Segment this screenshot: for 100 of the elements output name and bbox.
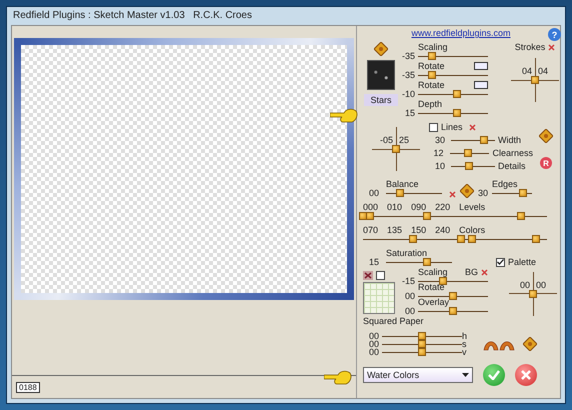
- slider-value: 00: [404, 291, 415, 301]
- toggle-button[interactable]: [474, 81, 488, 89]
- slider-value: 00: [368, 339, 379, 349]
- slider-thumb[interactable]: [519, 189, 528, 197]
- slider-label: Depth: [418, 99, 442, 109]
- slider-label: Colors: [459, 225, 486, 235]
- paper-thumbnail[interactable]: [363, 282, 395, 314]
- slider-value: 15: [368, 257, 379, 267]
- crosshair-thumb[interactable]: [392, 145, 400, 153]
- close-icon: [521, 370, 531, 380]
- slider-thumb[interactable]: [366, 212, 374, 220]
- checkmark-icon: [497, 259, 504, 265]
- website-link[interactable]: www.redfieldplugins.com: [411, 28, 511, 38]
- close-icon[interactable]: [481, 268, 488, 276]
- close-icon[interactable]: [449, 191, 456, 198]
- pointing-hand-icon: [324, 369, 352, 385]
- section-label: Strokes: [514, 42, 546, 52]
- slider-thumb[interactable]: [456, 235, 465, 243]
- slider-label: Details: [498, 161, 526, 171]
- pointing-hand-icon: [330, 107, 358, 123]
- slider-thumb[interactable]: [408, 235, 417, 243]
- slider-thumb[interactable]: [452, 90, 460, 98]
- diamond-icon[interactable]: [460, 184, 474, 198]
- slider-label: Scaling: [418, 42, 448, 52]
- slider-thumb[interactable]: [517, 212, 526, 220]
- thumbnail-label: Stars: [364, 94, 398, 106]
- section-label: BG: [464, 267, 478, 277]
- close-icon[interactable]: [468, 124, 476, 130]
- crosshair-value: 00: [520, 280, 530, 290]
- crosshair-value: 25: [399, 135, 410, 145]
- slider-thumb[interactable]: [428, 71, 436, 79]
- slider-value: 00: [368, 347, 379, 357]
- ok-button[interactable]: [483, 364, 505, 386]
- slider-thumb[interactable]: [428, 52, 436, 60]
- slider-value: 135: [387, 225, 402, 235]
- slider-thumb[interactable]: [468, 235, 476, 243]
- crosshair-value: -05: [380, 135, 393, 145]
- slider-value: 00: [368, 188, 379, 198]
- stroke-thumbnail[interactable]: [367, 60, 395, 90]
- slider-thumb[interactable]: [396, 189, 404, 197]
- reset-button[interactable]: R: [540, 157, 552, 169]
- slider-value: 00: [368, 331, 379, 341]
- slider-label: Rotate: [418, 61, 445, 71]
- slider-value: -10: [400, 89, 415, 99]
- diamond-icon[interactable]: [523, 337, 537, 351]
- slider-thumb[interactable]: [423, 212, 432, 220]
- paper-label: Squared Paper: [363, 316, 425, 326]
- diamond-icon[interactable]: [374, 42, 388, 56]
- slider-value: 15: [404, 108, 415, 118]
- slider-value: 090: [411, 202, 426, 212]
- checkbox[interactable]: [376, 271, 385, 280]
- slider-value: -35: [400, 51, 415, 61]
- crosshair-control[interactable]: 04 04: [511, 58, 559, 102]
- preset-dropdown[interactable]: Water Colors: [363, 367, 473, 383]
- crosshair-control[interactable]: 00 00: [509, 272, 557, 316]
- crosshair-control[interactable]: -05 25: [372, 127, 420, 171]
- checkbox[interactable]: [496, 258, 505, 266]
- slider-value: 220: [435, 202, 450, 212]
- dropdown-arrow-icon: [462, 373, 469, 377]
- help-button[interactable]: ?: [548, 28, 561, 41]
- slider-thumb[interactable]: [418, 332, 426, 340]
- slider-label: Clearness: [492, 148, 533, 158]
- checkbox-label: Lines: [441, 122, 463, 132]
- checkbox[interactable]: [429, 122, 438, 132]
- slider-value: 000: [363, 202, 378, 212]
- slider-thumb[interactable]: [465, 162, 474, 170]
- cancel-button[interactable]: [515, 364, 537, 386]
- slider-thumb[interactable]: [452, 109, 460, 117]
- crosshair-value: 00: [536, 280, 546, 290]
- counter-label: 0188: [16, 382, 40, 392]
- slider-value: -35: [400, 70, 415, 80]
- close-icon[interactable]: [548, 44, 556, 50]
- slider-label: Overlay: [418, 297, 450, 307]
- slider-thumb[interactable]: [422, 258, 431, 266]
- slider-label: Rotate: [418, 80, 445, 90]
- slider-label: v: [462, 347, 466, 357]
- slider-value: 010: [387, 202, 402, 212]
- slider-thumb[interactable]: [438, 277, 446, 285]
- slider-thumb[interactable]: [464, 148, 472, 156]
- slider-label: Width: [498, 135, 522, 145]
- slider-value: -15: [400, 276, 415, 286]
- toggle-button[interactable]: [474, 62, 488, 70]
- crosshair-value: 04: [522, 66, 532, 76]
- slider-thumb[interactable]: [532, 235, 540, 243]
- slider-value: 30: [434, 135, 445, 145]
- checkbox-label: Palette: [508, 257, 536, 267]
- slider-value: 12: [432, 148, 444, 158]
- slider-value: 240: [435, 225, 450, 235]
- crosshair-thumb[interactable]: [529, 290, 537, 298]
- slider-value: 070: [363, 225, 378, 235]
- diamond-icon[interactable]: [539, 129, 553, 143]
- crosshair-thumb[interactable]: [531, 76, 539, 84]
- slider-value: 150: [411, 225, 426, 235]
- slider-label: Rotate: [418, 282, 445, 292]
- checkmark-icon: [488, 370, 500, 380]
- slider-thumb[interactable]: [449, 292, 457, 300]
- slider-thumb[interactable]: [480, 136, 488, 144]
- slider-label: s: [462, 339, 466, 349]
- slider-label: Edges: [492, 179, 519, 189]
- slider-thumb[interactable]: [449, 307, 457, 315]
